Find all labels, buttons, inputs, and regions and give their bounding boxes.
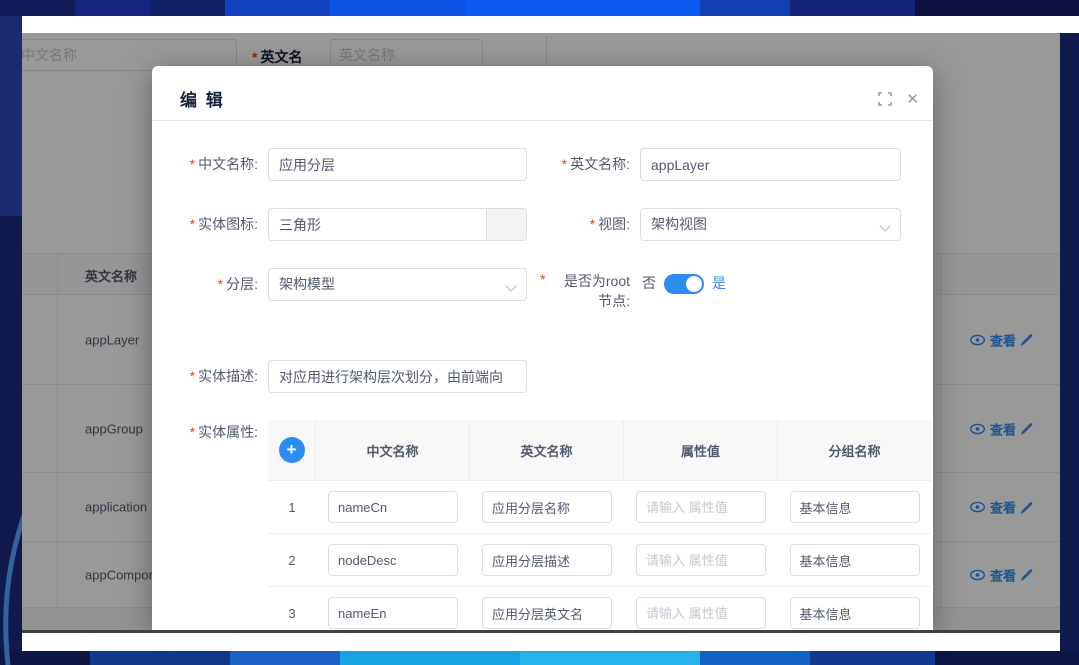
view-select-value: 架构视图 <box>651 216 707 232</box>
attr-value-input[interactable] <box>636 544 766 576</box>
desktop-background: *英文名 英文名称 appLayer 查看 appGroup <box>0 0 1079 665</box>
toggle-on-label: 是 <box>712 273 726 293</box>
required-asterisk: * <box>190 424 195 440</box>
chevron-down-icon <box>505 280 516 291</box>
entity-desc-label: *实体描述: <box>152 360 258 393</box>
attr-name-cn-input[interactable] <box>328 491 458 523</box>
attr-value-input[interactable] <box>636 597 766 629</box>
attr-group-input[interactable] <box>790 544 920 576</box>
name-en-input[interactable] <box>651 149 890 180</box>
attribute-row: 3 <box>268 586 931 630</box>
chevron-down-icon <box>879 220 890 231</box>
name-cn-input[interactable] <box>279 149 516 180</box>
required-asterisk: * <box>218 276 223 292</box>
attr-name-en-input[interactable] <box>482 544 612 576</box>
view-select[interactable]: 架构视图 <box>640 208 901 241</box>
name-cn-label: *中文名称: <box>152 148 258 181</box>
toggle-off-label: 否 <box>642 273 656 293</box>
name-en-label: *英文名称: <box>512 148 630 181</box>
entity-icon-input[interactable] <box>279 209 484 240</box>
toggle-knob <box>686 276 702 292</box>
required-asterisk: * <box>190 156 195 172</box>
attr-name-en-input[interactable] <box>482 597 612 629</box>
attr-header-name-cn: 中文名称 <box>316 420 470 480</box>
attr-header-group: 分组名称 <box>778 420 931 480</box>
view-label: *视图: <box>512 208 630 241</box>
app-window: *英文名 英文名称 appLayer 查看 appGroup <box>22 16 1060 651</box>
entity-desc-input[interactable] <box>279 361 516 392</box>
attr-header-name-en: 英文名称 <box>470 420 624 480</box>
attr-name-en-input[interactable] <box>482 491 612 523</box>
attr-header-value: 属性值 <box>624 420 778 480</box>
window-footer <box>22 633 1060 651</box>
layer-label: *分层: <box>152 268 258 301</box>
add-attribute-button[interactable]: + <box>279 437 305 463</box>
attr-name-cn-input[interactable] <box>328 544 458 576</box>
decor-band-bottom <box>0 651 1079 665</box>
entity-icon-label: *实体图标: <box>152 208 258 241</box>
layer-select[interactable]: 架构模型 <box>268 268 527 301</box>
required-asterisk: * <box>590 216 595 232</box>
dialog-title: 编 辑 <box>180 86 225 111</box>
required-asterisk: * <box>190 368 195 384</box>
attr-group-input[interactable] <box>790 491 920 523</box>
entity-attrs-label: *实体属性: <box>152 422 258 442</box>
attr-value-input[interactable] <box>636 491 766 523</box>
is-root-label: 是否为root节点: <box>552 271 630 311</box>
fullscreen-icon[interactable] <box>878 92 892 106</box>
edit-dialog: 编 辑 ✕ *中文名称: *英文名称: <box>152 66 933 630</box>
layer-select-value: 架构模型 <box>279 276 335 292</box>
attribute-row: 1 <box>268 480 931 533</box>
row-index: 2 <box>288 553 295 568</box>
window-chrome-extension <box>1060 16 1079 33</box>
is-root-toggle[interactable] <box>664 274 704 294</box>
required-asterisk: * <box>190 216 195 232</box>
attr-group-input[interactable] <box>790 597 920 629</box>
decor-left-accent <box>0 16 22 216</box>
attribute-table-header: + 中文名称 英文名称 属性值 分组名称 <box>268 420 931 480</box>
row-index: 3 <box>288 606 295 621</box>
title-divider <box>152 120 933 121</box>
entity-icon-field[interactable] <box>268 208 527 241</box>
name-en-field[interactable] <box>640 148 901 181</box>
required-asterisk: * <box>562 156 567 172</box>
required-asterisk: * <box>540 271 545 287</box>
attribute-table: + 中文名称 英文名称 属性值 分组名称 1 2 <box>268 420 931 630</box>
attribute-row: 2 <box>268 533 931 586</box>
close-icon[interactable]: ✕ <box>906 90 919 108</box>
name-cn-field[interactable] <box>268 148 527 181</box>
row-index: 1 <box>288 500 295 515</box>
decor-band-top <box>0 0 1079 16</box>
entity-desc-field[interactable] <box>268 360 527 393</box>
attr-name-cn-input[interactable] <box>328 597 458 629</box>
window-chrome <box>22 16 1060 33</box>
